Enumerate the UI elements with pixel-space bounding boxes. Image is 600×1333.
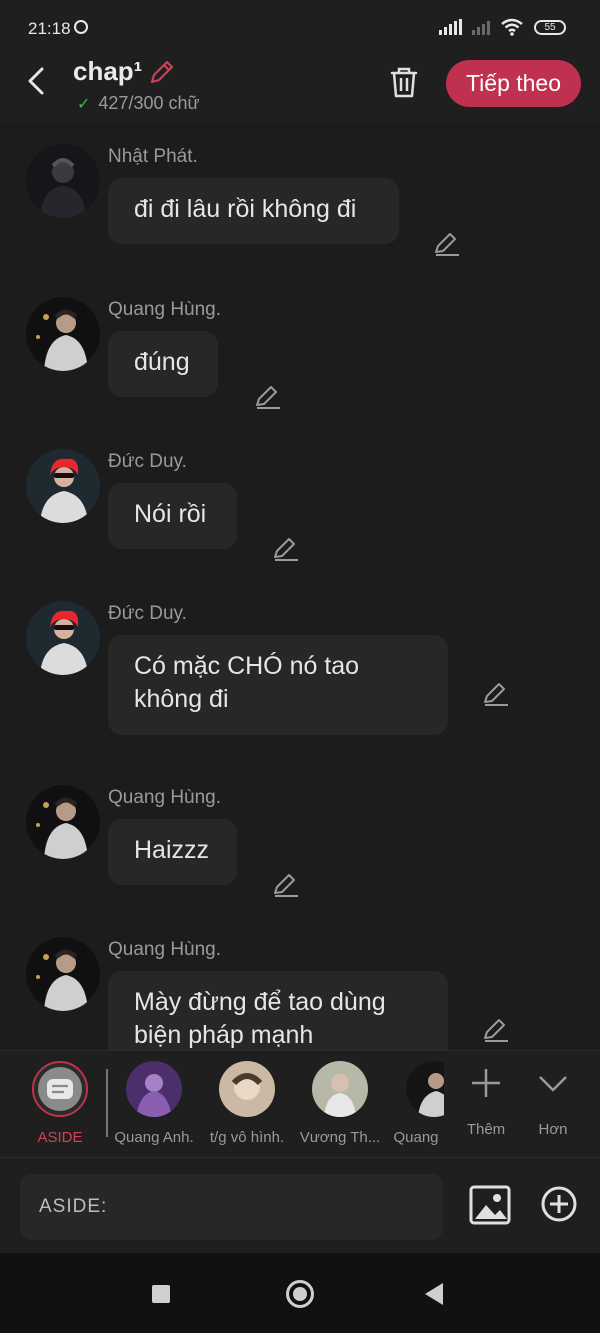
sender-name: Quang Hùng. xyxy=(108,939,222,960)
chat-notification-icon xyxy=(74,20,88,34)
character-label: Vương Th... xyxy=(299,1129,381,1146)
system-nav-bar xyxy=(0,1253,600,1333)
edit-message-icon[interactable] xyxy=(272,535,300,563)
avatar xyxy=(219,1061,275,1117)
add-button[interactable] xyxy=(540,1185,578,1223)
status-time: 21:18 xyxy=(28,19,71,38)
message-input[interactable]: ASIDE: xyxy=(20,1174,443,1240)
character-vuong-th[interactable]: Vương Th... xyxy=(295,1061,385,1146)
message-bubble[interactable]: đi đi lâu rồi không đi xyxy=(108,178,399,244)
chapter-title[interactable]: chap¹ xyxy=(73,56,142,87)
message-bubble[interactable]: Nói rồi xyxy=(108,483,237,549)
input-bar: ASIDE: xyxy=(0,1157,600,1254)
message-bubble[interactable]: đúng xyxy=(108,331,218,397)
edit-message-icon[interactable] xyxy=(254,383,282,411)
message-bubble[interactable]: Mày đừng để tao dùng biện pháp mạnh xyxy=(108,971,448,1050)
avatar xyxy=(406,1061,444,1117)
avatar xyxy=(312,1061,368,1117)
sender-name: Quang Hùng. xyxy=(108,299,222,320)
avatar-duc-duy[interactable] xyxy=(26,601,100,675)
add-character-label: Thêm xyxy=(466,1121,506,1138)
back-nav-button[interactable] xyxy=(425,1283,443,1305)
character-label: Quang Anh. xyxy=(114,1129,194,1146)
sender-name: Đức Duy. xyxy=(108,451,187,472)
avatar xyxy=(126,1061,182,1117)
expand-button[interactable]: Hơn xyxy=(523,1065,583,1138)
input-label: ASIDE: xyxy=(39,1196,108,1217)
edit-title-icon[interactable] xyxy=(148,58,176,86)
character-aside[interactable]: ASIDE xyxy=(15,1061,105,1146)
sender-name: Đức Duy. xyxy=(108,603,187,624)
add-character-button[interactable]: Thêm xyxy=(456,1065,516,1138)
message-bubble[interactable]: Có mặc CHÓ nó tao không đi xyxy=(108,635,448,735)
character-label: Quang xyxy=(393,1129,439,1146)
avatar-quang-hung[interactable] xyxy=(26,297,100,371)
character-label: t/g vô hình. xyxy=(209,1129,285,1146)
signal-icon xyxy=(439,19,462,35)
check-icon: ✓ xyxy=(77,95,91,113)
expand-label: Hơn xyxy=(538,1121,568,1138)
image-button[interactable] xyxy=(469,1185,511,1225)
avatar-duc-duy[interactable] xyxy=(26,449,100,523)
edit-message-icon[interactable] xyxy=(482,680,510,708)
avatar-quang-hung[interactable] xyxy=(26,785,100,859)
sender-name: Nhật Phát. xyxy=(108,146,198,167)
home-button[interactable] xyxy=(286,1280,314,1308)
chevron-down-icon xyxy=(539,1076,567,1092)
recent-apps-button[interactable] xyxy=(152,1285,170,1303)
editor-header: chap¹ ✓ 427/300 chữ Tiếp theo xyxy=(0,56,600,122)
chat-list[interactable]: Nhật Phát. đi đi lâu rồi không đi Quang … xyxy=(0,122,600,1050)
word-count-text: 427/300 chữ xyxy=(98,93,200,113)
next-button[interactable]: Tiếp theo xyxy=(446,60,581,107)
signal-off-icon xyxy=(472,19,490,35)
character-selector: ASIDE Quang Anh. t/g vô hình. Vương Th..… xyxy=(0,1050,600,1158)
wifi-icon xyxy=(501,18,523,36)
delete-button[interactable] xyxy=(386,64,422,100)
character-label: ASIDE xyxy=(37,1129,83,1146)
avatar-nhat-phat[interactable] xyxy=(26,144,100,218)
plus-icon xyxy=(472,1069,500,1097)
divider xyxy=(106,1069,108,1137)
character-quang[interactable]: Quang xyxy=(388,1061,444,1146)
aside-avatar xyxy=(32,1061,88,1117)
character-quang-anh[interactable]: Quang Anh. xyxy=(109,1061,199,1146)
status-bar: 21:18 55 xyxy=(0,0,600,56)
message-bubble[interactable]: Haizzz xyxy=(108,819,237,885)
avatar-quang-hung[interactable] xyxy=(26,937,100,1011)
battery-icon: 55 xyxy=(534,19,566,35)
word-count: ✓ 427/300 chữ xyxy=(77,93,200,114)
edit-message-icon[interactable] xyxy=(433,230,461,258)
character-tg-vo-hinh[interactable]: t/g vô hình. xyxy=(202,1061,292,1146)
status-icons: 55 xyxy=(439,18,566,36)
back-button[interactable] xyxy=(20,64,54,98)
edit-message-icon[interactable] xyxy=(272,871,300,899)
sender-name: Quang Hùng. xyxy=(108,787,222,808)
edit-message-icon[interactable] xyxy=(482,1016,510,1044)
